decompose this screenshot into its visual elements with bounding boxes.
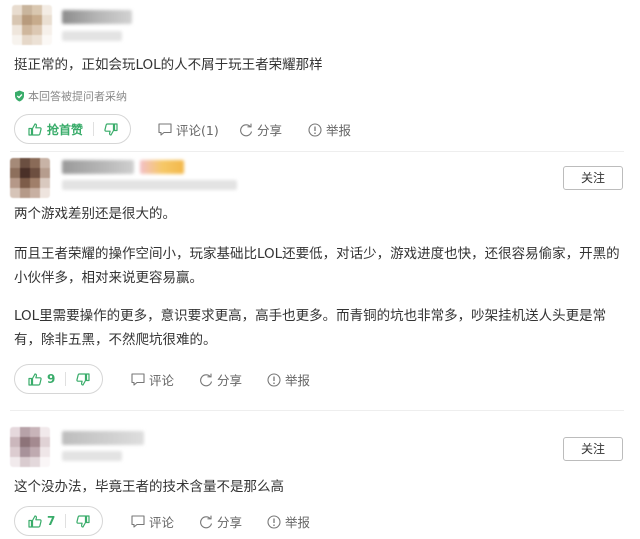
answer-content: 挺正常的，正如会玩LOL的人不屑于玩王者荣耀那样 (14, 57, 323, 73)
username[interactable] (62, 431, 144, 445)
comment-label: 评论(1) (176, 123, 219, 138)
user-meta (62, 180, 237, 190)
share-label: 分享 (257, 123, 283, 138)
report-button[interactable]: 举报 (267, 512, 310, 531)
share-button[interactable]: 分享 (239, 120, 282, 139)
user-badge (140, 160, 184, 174)
comment-button[interactable]: 评论 (131, 512, 174, 531)
comment-label: 评论 (149, 373, 175, 388)
thumb-up-icon (28, 372, 42, 386)
vote-control: 7 (14, 506, 104, 536)
upvote-button[interactable]: 9 (15, 372, 65, 386)
report-label: 举报 (326, 123, 352, 138)
username[interactable] (62, 160, 134, 174)
follow-button[interactable]: 关注 (563, 437, 623, 461)
avatar[interactable] (10, 427, 50, 467)
share-label: 分享 (217, 515, 243, 530)
share-icon (199, 515, 213, 529)
share-button[interactable]: 分享 (199, 512, 242, 531)
comment-icon (131, 515, 145, 528)
user-meta (62, 31, 122, 41)
share-icon (239, 123, 253, 137)
report-icon (267, 514, 281, 529)
comment-label: 评论 (149, 515, 175, 530)
username[interactable] (62, 10, 132, 24)
user-meta (62, 451, 122, 461)
vote-control: 9 (14, 364, 104, 394)
avatar[interactable] (12, 5, 52, 45)
upvote-count: 9 (47, 372, 56, 386)
report-icon (308, 122, 322, 137)
downvote-button[interactable] (94, 122, 130, 136)
answer-item-3: 关注 这个没办法，毕竟王者的技术含量不是那么高 7 评论 分享 举报 (0, 411, 640, 539)
answer-item-2: 关注 两个游戏差别还是很大的。 而且王者荣耀的操作空间小，玩家基础比LOL还要低… (0, 152, 640, 407)
comment-button[interactable]: 评论(1) (158, 120, 219, 139)
comment-icon (131, 373, 145, 386)
thumb-up-icon (28, 514, 42, 528)
upvote-button[interactable]: 抢首赞 (15, 121, 93, 138)
downvote-button[interactable] (66, 372, 102, 386)
thumb-up-icon (28, 122, 42, 136)
answer-content: 这个没办法，毕竟王者的技术含量不是那么高 (14, 479, 284, 495)
avatar[interactable] (10, 158, 50, 198)
upvote-count: 7 (47, 514, 56, 528)
report-icon (267, 372, 281, 387)
vote-control: 抢首赞 (14, 114, 132, 144)
report-label: 举报 (285, 373, 311, 388)
answer-item-1: 挺正常的，正如会玩LOL的人不屑于玩王者荣耀那样 本回答被提问者采纳 抢首赞 评… (0, 0, 640, 150)
upvote-label: 抢首赞 (47, 122, 84, 137)
adopted-badge: 本回答被提问者采纳 (14, 88, 127, 104)
share-icon (199, 373, 213, 387)
thumb-down-icon (76, 514, 90, 528)
report-button[interactable]: 举报 (267, 370, 310, 389)
thumb-down-icon (76, 372, 90, 386)
adopted-label: 本回答被提问者采纳 (28, 90, 127, 103)
follow-button[interactable]: 关注 (563, 166, 623, 190)
downvote-button[interactable] (66, 514, 102, 528)
answer-paragraph: 而且王者荣耀的操作空间小，玩家基础比LOL还要低，对话少，游戏进度也快，还很容易… (14, 246, 620, 286)
comment-button[interactable]: 评论 (131, 370, 174, 389)
shield-check-icon (14, 90, 25, 102)
share-label: 分享 (217, 373, 243, 388)
upvote-button[interactable]: 7 (15, 514, 65, 528)
answer-paragraph: 两个游戏差别还是很大的。 (14, 206, 176, 222)
comment-icon (158, 123, 172, 136)
share-button[interactable]: 分享 (199, 370, 242, 389)
thumb-down-icon (104, 122, 118, 136)
answer-paragraph: LOL里需要操作的更多，意识要求更高，高手也更多。而青铜的坑也非常多，吵架挂机送… (14, 308, 607, 348)
report-button[interactable]: 举报 (308, 120, 351, 139)
report-label: 举报 (285, 515, 311, 530)
